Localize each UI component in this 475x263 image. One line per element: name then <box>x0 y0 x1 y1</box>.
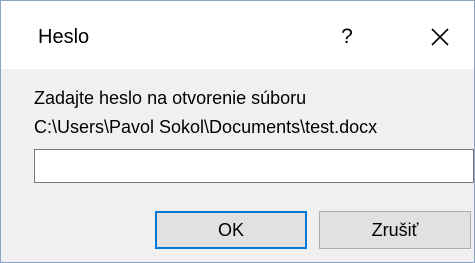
close-icon <box>431 28 449 46</box>
help-button[interactable]: ? <box>319 15 375 59</box>
password-dialog: Heslo ? Zadajte heslo na otvorenie súbor… <box>0 0 475 263</box>
title-bar: Heslo ? <box>1 1 474 69</box>
password-input[interactable] <box>34 149 474 183</box>
close-button[interactable] <box>412 15 468 59</box>
cancel-button[interactable]: Zrušiť <box>319 211 471 249</box>
ok-button[interactable]: OK <box>155 211 307 249</box>
file-path: C:\Users\Pavol Sokol\Documents\test.docx <box>34 117 378 137</box>
password-prompt: Zadajte heslo na otvorenie súboru <box>34 88 307 108</box>
dialog-title: Heslo <box>38 26 90 48</box>
